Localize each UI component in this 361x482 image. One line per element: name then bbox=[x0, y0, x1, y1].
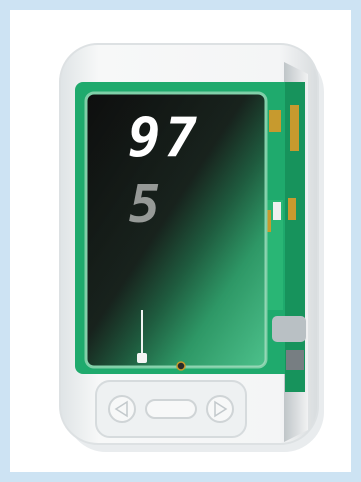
gold-connector-5 bbox=[288, 198, 296, 220]
small-white-block bbox=[273, 202, 281, 220]
pulse-oximeter-illustration: 97 5 bbox=[59, 43, 324, 452]
left-button[interactable] bbox=[108, 395, 136, 423]
middle-button[interactable] bbox=[145, 399, 197, 419]
gold-connector-2 bbox=[269, 110, 281, 132]
gold-connector-3 bbox=[290, 105, 299, 151]
screen-glare bbox=[86, 93, 266, 367]
indicator-led bbox=[176, 361, 186, 371]
right-button[interactable] bbox=[206, 395, 234, 423]
side-port bbox=[272, 316, 306, 342]
side-switch bbox=[286, 350, 304, 370]
sensor-tip bbox=[137, 353, 147, 363]
